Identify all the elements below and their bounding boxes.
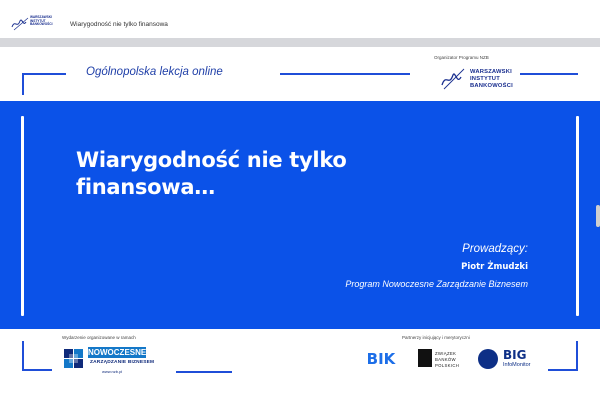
- nzb-logo: NOWOCZESNE ZARZĄDZANIE BIZNESEM www.nzb.…: [62, 345, 162, 375]
- panel-bar-left: [21, 116, 24, 316]
- big-logo: BIG InfoMonitor: [478, 347, 538, 375]
- headline-line-1: Wiarygodność nie tylko: [76, 148, 347, 172]
- corner-bracket-top-right: [520, 73, 578, 75]
- topbar-logo-text: WARSZAWSKI INSTYTUT BANKOWOŚCI: [30, 15, 53, 27]
- slide-headline: Wiarygodność nie tylko finansowa…: [76, 147, 436, 201]
- footer-left-label: Wydarzenie organizowane w ramach: [62, 335, 136, 340]
- host-name: Piotr Żmudzki: [461, 262, 528, 272]
- topbar-logo-line-3: BANKOWOŚCI: [30, 22, 53, 27]
- zbp-line-1: ZWIĄZEK: [435, 351, 457, 356]
- big-logo-subtitle: InfoMonitor: [503, 362, 531, 368]
- scrollbar-thumb[interactable]: [596, 205, 600, 227]
- wib-logo[interactable]: WARSZAWSKI INSTYTUT BANKOWOŚCI: [10, 13, 54, 35]
- slide-footer: Wydarzenie organizowane w ramach Partner…: [0, 329, 600, 400]
- bik-logo-text: BIK: [366, 350, 396, 368]
- nzb-subtitle: ZARZĄDZANIE BIZNESEM: [90, 360, 155, 365]
- window-title: Wiarygodność nie tylko finansowa: [70, 21, 168, 28]
- corner-bracket-bottom-left: [22, 341, 52, 371]
- lesson-title: Ogólnopolska lekcja online: [86, 66, 223, 78]
- organizer-signature-icon: [441, 68, 465, 90]
- organizer-label: Organizator Programu NZB: [434, 55, 489, 60]
- zbp-logo: ZWIĄZEK BANKÓW POLSKICH: [418, 349, 474, 373]
- organizer-logo-line-1: WARSZAWSKI: [470, 69, 512, 75]
- zbp-emblem-icon: [418, 349, 432, 367]
- top-bar: WARSZAWSKI INSTYTUT BANKOWOŚCI Wiarygodn…: [0, 0, 600, 38]
- corner-bracket-bottom-right: [548, 341, 578, 371]
- big-logo-text: BIG: [503, 348, 527, 362]
- footer-divider-line: [176, 371, 232, 373]
- headline-line-2: finansowa…: [76, 175, 215, 199]
- panel-bar-right: [576, 116, 579, 316]
- zbp-line-2: BANKÓW: [435, 357, 456, 362]
- corner-bracket-top-left: [22, 73, 66, 95]
- big-circle-icon: [478, 349, 498, 369]
- title-panel: Wiarygodność nie tylko finansowa… Prowad…: [0, 101, 600, 329]
- footer-right-label: Partnerzy inicjujący i merytoryczni: [402, 335, 470, 340]
- nzb-cube-icon: [64, 349, 83, 368]
- host-label: Prowadzący:: [462, 243, 528, 255]
- presentation-slide: Ogólnopolska lekcja online Organizator P…: [0, 47, 600, 400]
- slide-viewer-window: WARSZAWSKI INSTYTUT BANKOWOŚCI Wiarygodn…: [0, 0, 600, 400]
- bik-logo: BIK: [362, 347, 400, 371]
- header-divider-line: [280, 73, 410, 75]
- organizer-logo-line-2: INSTYTUT: [470, 76, 500, 82]
- nzb-url: www.nzb.pl: [102, 369, 123, 374]
- nzb-badge: NOWOCZESNE: [88, 347, 147, 358]
- organizer-logo-line-3: BANKOWOŚCI: [470, 83, 513, 89]
- slide-header: Ogólnopolska lekcja online Organizator P…: [0, 47, 600, 103]
- zbp-line-3: POLSKICH: [435, 363, 460, 368]
- host-program: Program Nowoczesne Zarządzanie Biznesem: [345, 279, 528, 289]
- toolbar-strip: [0, 38, 600, 47]
